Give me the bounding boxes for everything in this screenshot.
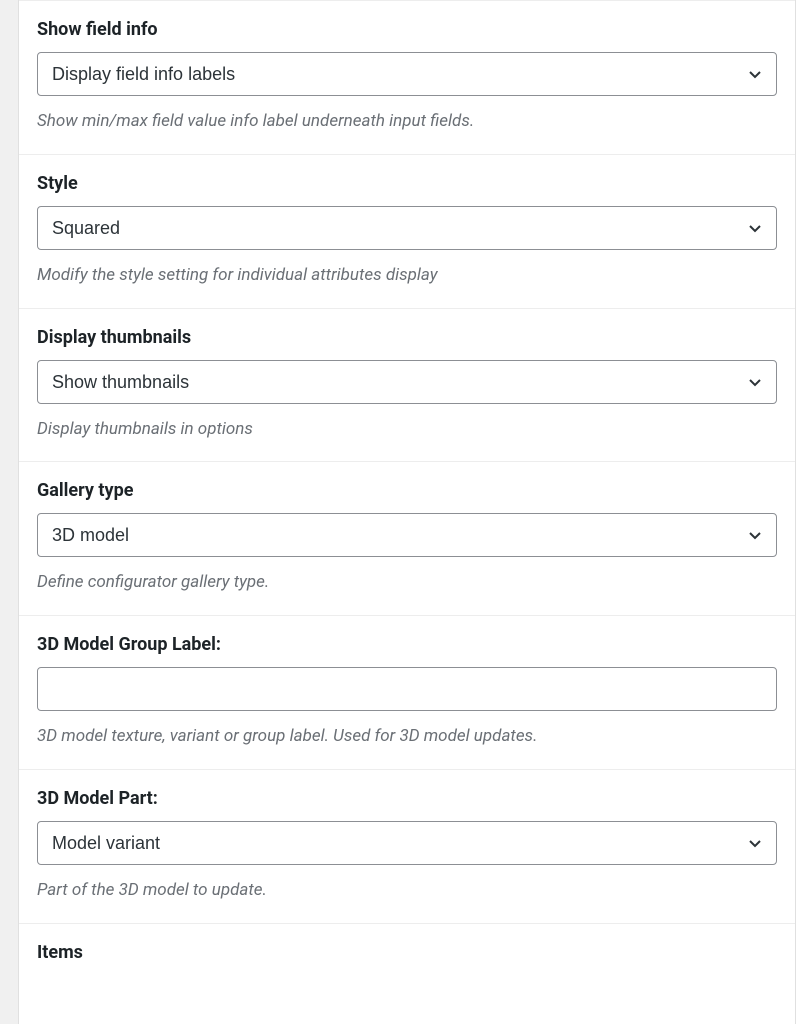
display-thumbnails-select-wrap: Show thumbnails xyxy=(37,360,777,404)
field-show-field-info: Show field info Display field info label… xyxy=(19,0,795,155)
display-thumbnails-label: Display thumbnails xyxy=(37,327,777,348)
settings-panel: Show field info Display field info label… xyxy=(18,0,796,1024)
style-select[interactable]: Squared xyxy=(37,206,777,250)
field-style: Style Squared Modify the style setting f… xyxy=(19,155,795,309)
items-section: Items xyxy=(19,924,795,963)
style-label: Style xyxy=(37,173,777,194)
gallery-type-select-wrap: 3D model xyxy=(37,513,777,557)
model-part-help: Part of the 3D model to update. xyxy=(37,879,777,903)
show-field-info-select[interactable]: Display field info labels xyxy=(37,52,777,96)
field-model-part: 3D Model Part: Model variant Part of the… xyxy=(19,770,795,924)
model-part-select-wrap: Model variant xyxy=(37,821,777,865)
model-group-label-label: 3D Model Group Label: xyxy=(37,634,777,655)
style-select-wrap: Squared xyxy=(37,206,777,250)
model-part-label: 3D Model Part: xyxy=(37,788,777,809)
model-group-label-input[interactable] xyxy=(37,667,777,711)
gallery-type-label: Gallery type xyxy=(37,480,777,501)
show-field-info-select-wrap: Display field info labels xyxy=(37,52,777,96)
field-model-group-label: 3D Model Group Label: 3D model texture, … xyxy=(19,616,795,770)
show-field-info-label: Show field info xyxy=(37,19,777,40)
field-gallery-type: Gallery type 3D model Define configurato… xyxy=(19,462,795,616)
model-group-label-help: 3D model texture, variant or group label… xyxy=(37,725,777,749)
gallery-type-help: Define configurator gallery type. xyxy=(37,571,777,595)
display-thumbnails-select[interactable]: Show thumbnails xyxy=(37,360,777,404)
items-label: Items xyxy=(37,942,777,963)
display-thumbnails-help: Display thumbnails in options xyxy=(37,418,777,442)
model-part-select[interactable]: Model variant xyxy=(37,821,777,865)
gallery-type-select[interactable]: 3D model xyxy=(37,513,777,557)
field-display-thumbnails: Display thumbnails Show thumbnails Displ… xyxy=(19,309,795,463)
show-field-info-help: Show min/max field value info label unde… xyxy=(37,110,777,134)
style-help: Modify the style setting for individual … xyxy=(37,264,777,288)
